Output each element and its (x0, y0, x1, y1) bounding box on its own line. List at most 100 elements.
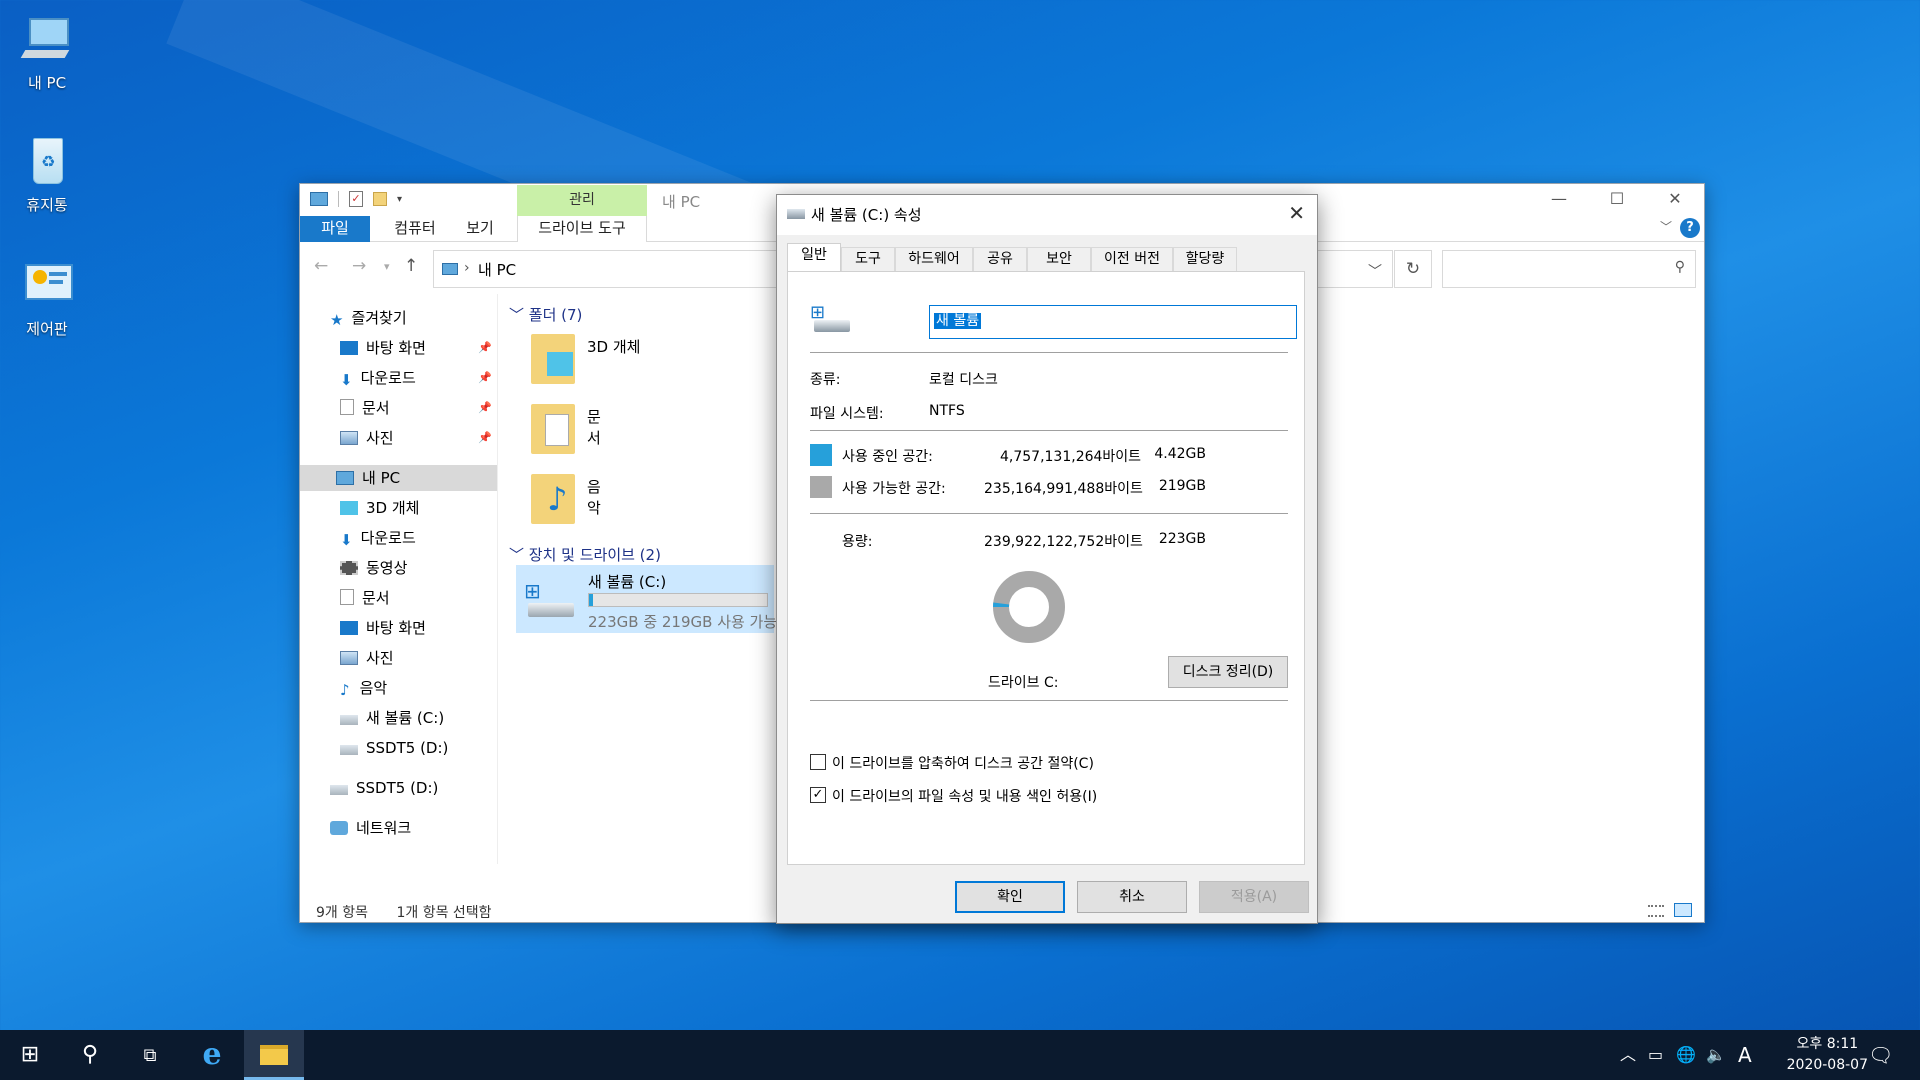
search-button[interactable]: ⚲ (60, 1030, 120, 1080)
index-checkbox[interactable]: ✓ (810, 787, 826, 803)
show-hidden-icons[interactable]: ︿ (1620, 1030, 1636, 1080)
compress-checkbox[interactable] (810, 754, 826, 770)
refresh-button[interactable]: ↻ (1394, 250, 1432, 288)
capacity-label: 용량: (842, 534, 873, 550)
disk-cleanup-button[interactable]: 디스크 정리(D) (1168, 656, 1288, 688)
address-dropdown-icon[interactable]: ﹀ (1368, 261, 1382, 281)
forward-button[interactable]: → (352, 256, 366, 276)
desktop-icon-label: 휴지통 (26, 196, 68, 214)
maximize-button[interactable]: ☐ (1588, 184, 1646, 216)
action-center-icon[interactable]: 🗨 (1868, 1030, 1893, 1080)
tab-drive-tools[interactable]: 드라이브 도구 (517, 216, 647, 242)
tab-hardware[interactable]: 하드웨어 (895, 247, 973, 271)
clock[interactable]: 오후 8:11 2020-08-07 (1787, 1034, 1868, 1076)
new-folder-icon[interactable] (373, 192, 387, 206)
folder-3d-icon (531, 334, 575, 384)
drive-icon (340, 745, 358, 755)
breadcrumb: 내 PC (478, 261, 517, 279)
tab-view[interactable]: 보기 (455, 216, 505, 242)
nav-desktop[interactable]: 바탕 화면 (340, 615, 426, 641)
nav-documents[interactable]: 문서 (340, 585, 390, 611)
internet-explorer-button[interactable]: e (182, 1030, 242, 1080)
donut-free-slice (993, 571, 1065, 643)
help-icon[interactable]: ? (1680, 218, 1700, 238)
customize-toolbar-icon[interactable]: ▾ (397, 194, 402, 205)
status-bar: 9개 항목 1개 항목 선택함 (316, 902, 492, 922)
nav-quick-access[interactable]: ★ 즐겨찾기 (330, 305, 407, 331)
drive-c-tile[interactable]: ⊞ 새 볼륨 (C:) 223GB 중 219GB 사용 가능 (516, 565, 777, 633)
nav-videos[interactable]: 동영상 (340, 555, 407, 581)
window-title: 내 PC (662, 193, 701, 211)
tab-file[interactable]: 파일 (300, 216, 370, 242)
divider (810, 700, 1288, 701)
picture-icon (340, 651, 358, 665)
nav-desktop[interactable]: 바탕 화면 (340, 335, 426, 361)
desktop-icon-this-pc[interactable]: 내 PC (7, 12, 87, 93)
status-selected: 1개 항목 선택함 (396, 905, 492, 921)
used-space-bytes: 4,757,131,264바이트 (1000, 449, 1142, 465)
drive-icon (340, 715, 358, 725)
tab-tools[interactable]: 도구 (841, 247, 895, 271)
free-space-bytes: 235,164,991,488바이트 (984, 481, 1143, 497)
nav-this-pc[interactable]: 내 PC (300, 465, 497, 491)
nav-downloads[interactable]: ⬇ 다운로드 (340, 525, 416, 551)
nav-music[interactable]: ♪ 음악 (340, 675, 387, 701)
recent-dropdown-icon[interactable]: ▾ (384, 260, 390, 273)
cancel-button[interactable]: 취소 (1077, 881, 1187, 913)
up-button[interactable]: ↑ (404, 256, 418, 276)
nav-downloads[interactable]: ⬇ 다운로드 (340, 365, 416, 391)
volume-name-input[interactable]: 새 볼륨 (929, 305, 1297, 339)
properties-icon[interactable]: ✓ (349, 191, 363, 207)
battery-icon[interactable]: ▭ (1648, 1030, 1663, 1080)
filesystem-value: NTFS (929, 403, 965, 419)
expand-ribbon-icon[interactable]: ﹀ (1660, 218, 1672, 235)
close-button[interactable]: ✕ (1646, 184, 1704, 216)
ok-button[interactable]: 확인 (955, 881, 1065, 913)
folders-group-header[interactable]: ﹀ 폴더 (7) (509, 304, 582, 325)
control-panel-icon (19, 258, 75, 314)
manage-context-tab[interactable]: 관리 (517, 185, 647, 216)
back-button[interactable]: ← (314, 256, 328, 276)
nav-documents[interactable]: 문서 (340, 395, 390, 421)
drive-icon: ⊞ (524, 579, 576, 619)
devices-group-header[interactable]: ﹀ 장치 및 드라이브 (2) (509, 544, 661, 565)
volume-icon[interactable]: 🔈 (1706, 1030, 1726, 1080)
download-icon: ⬇ (340, 531, 353, 549)
nav-pictures[interactable]: 사진 (340, 645, 394, 671)
dialog-close-button[interactable]: ✕ (1288, 201, 1305, 225)
tab-computer[interactable]: 컴퓨터 (380, 216, 450, 242)
desktop-icon (340, 621, 358, 635)
task-view-button[interactable]: ⧉ (120, 1030, 180, 1080)
desktop-icon-recycle-bin[interactable]: ♻ 휴지통 (7, 134, 87, 215)
nav-drive-d[interactable]: SSDT5 (D:) (340, 735, 448, 761)
nav-ssd[interactable]: SSDT5 (D:) (330, 775, 438, 801)
search-input[interactable]: ⚲ (1442, 250, 1696, 288)
tab-security[interactable]: 보안 (1027, 247, 1091, 271)
nav-3d-objects[interactable]: 3D 개체 (340, 495, 419, 521)
apply-button[interactable]: 적용(A) (1199, 881, 1309, 913)
tab-quota[interactable]: 할당량 (1173, 247, 1237, 271)
index-label: 이 드라이브의 파일 속성 및 내용 색인 허용(I) (832, 789, 1098, 805)
nav-network[interactable]: 네트워크 (330, 815, 411, 841)
file-explorer-taskbar-button[interactable] (244, 1030, 304, 1080)
network-icon[interactable]: 🌐 (1676, 1030, 1696, 1080)
large-icons-view-icon[interactable] (1674, 903, 1692, 917)
free-space-label: 사용 가능한 공간: (842, 481, 946, 497)
nav-pictures[interactable]: 사진 (340, 425, 394, 451)
quick-access-toolbar: ✓ ▾ (310, 191, 402, 207)
tab-previous-versions[interactable]: 이전 버전 (1091, 247, 1173, 271)
document-icon (340, 589, 354, 605)
status-item-count: 9개 항목 (316, 905, 368, 921)
desktop-icon-control-panel[interactable]: 제어판 (7, 258, 87, 339)
recycle-bin-icon: ♻ (19, 134, 75, 190)
taskbar: ⊞ ⚲ ⧉ e ︿ ▭ 🌐 🔈 A 오후 8:11 2020-08-07 🗨 (0, 1030, 1920, 1080)
nav-drive-c[interactable]: 새 볼륨 (C:) (340, 705, 444, 731)
tab-general[interactable]: 일반 (787, 243, 841, 272)
minimize-button[interactable]: — (1530, 184, 1588, 216)
details-view-icon[interactable] (1648, 905, 1664, 917)
folder-icon (260, 1045, 288, 1065)
capacity-bytes: 239,922,122,752바이트 (984, 534, 1143, 550)
ime-indicator[interactable]: A (1738, 1030, 1752, 1080)
tab-sharing[interactable]: 공유 (973, 247, 1027, 271)
start-button[interactable]: ⊞ (0, 1030, 60, 1080)
